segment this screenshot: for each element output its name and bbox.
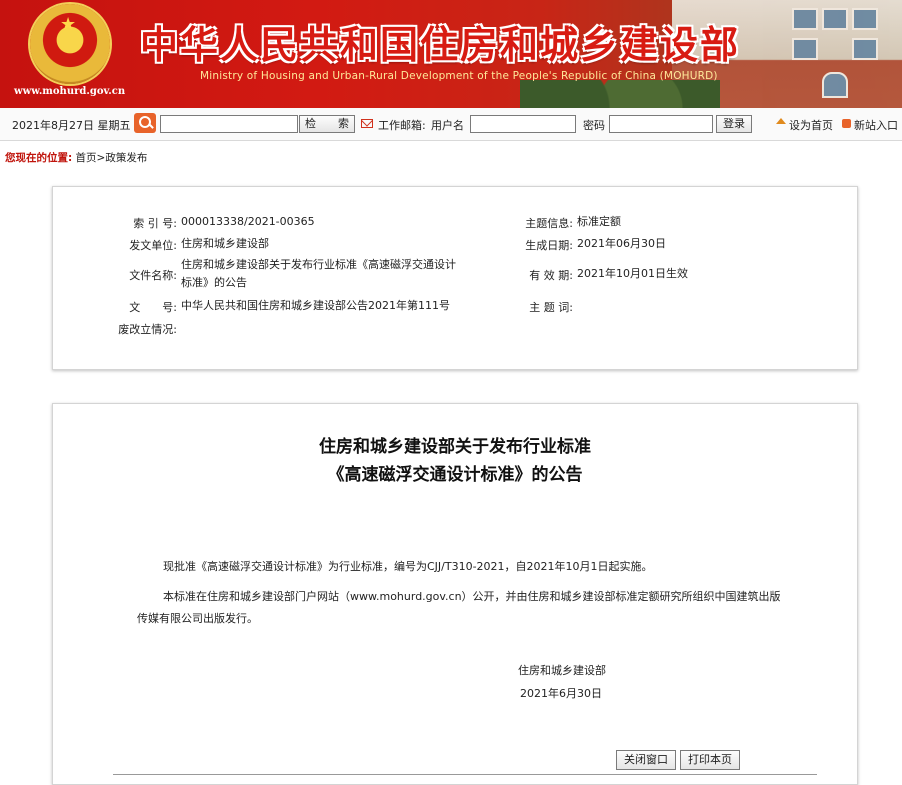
status-label: 废改立情况: [118, 323, 177, 336]
article-paragraph-1: 现批准《高速磁浮交通设计标准》为行业标准，编号为CJJ/T310-2021，自2… [163, 560, 653, 573]
login-button[interactable]: 登录 [716, 115, 752, 133]
issuer-value: 住房和城乡建设部 [181, 237, 269, 250]
created-date-value: 2021年06月30日 [577, 237, 666, 250]
username-input[interactable] [470, 115, 576, 133]
docno-label: 文 号: [129, 301, 177, 314]
validity-label: 有 效 期: [529, 269, 573, 282]
search-input[interactable] [160, 115, 298, 133]
new-site-icon[interactable] [842, 119, 851, 128]
docno-value: 中华人民共和国住房和城乡建设部公告2021年第111号 [181, 299, 450, 312]
breadcrumb: 您现在的位置: 首页>政策发布 [5, 150, 147, 165]
site-title-cn: 中华人民共和国住房和城乡建设部 [140, 23, 741, 67]
site-url: www.mohurd.gov.cn [14, 86, 126, 97]
keywords-label: 主 题 词: [529, 301, 573, 314]
document-info-panel: 索 引 号: 000013338/2021-00365 发文单位: 住房和城乡建… [52, 186, 858, 370]
breadcrumb-label: 您现在的位置: [5, 152, 73, 164]
filename-value-line1: 住房和城乡建设部关于发布行业标准《高速磁浮交通设计 [181, 258, 456, 271]
password-input[interactable] [609, 115, 713, 133]
national-emblem-icon: ★ [30, 4, 110, 84]
set-home-link[interactable]: 设为首页 [789, 117, 833, 133]
password-label: 密码 [583, 119, 605, 132]
article-paragraph-2-line2: 传媒有限公司出版发行。 [137, 612, 258, 625]
search-icon[interactable] [134, 113, 156, 133]
filename-value-line2: 标准》的公告 [181, 276, 247, 289]
article-title-line2: 《高速磁浮交通设计标准》的公告 [327, 465, 583, 485]
bottom-divider [113, 774, 817, 775]
index-label: 索 引 号: [133, 217, 177, 230]
site-title-en: Ministry of Housing and Urban-Rural Deve… [200, 70, 718, 82]
issuer-label: 发文单位: [129, 239, 177, 252]
article-title-line1: 住房和城乡建设部关于发布行业标准 [319, 437, 591, 457]
header-banner: ★ www.mohurd.gov.cn 中华人民共和国住房和城乡建设部 Mini… [0, 0, 902, 108]
article-panel: 住房和城乡建设部关于发布行业标准 《高速磁浮交通设计标准》的公告 现批准《高速磁… [52, 403, 858, 785]
top-toolbar: 2021年8月27日 星期五 检 索 工作邮箱: 用户名 密码 登录 设为首页 … [0, 108, 902, 141]
index-value: 000013338/2021-00365 [181, 215, 315, 228]
article-paragraph-2-line1: 本标准在住房和城乡建设部门户网站（www.mohurd.gov.cn）公开，并由… [163, 590, 781, 603]
current-date: 2021年8月27日 星期五 [12, 119, 131, 132]
topic-value: 标准定额 [577, 215, 621, 228]
mail-icon[interactable] [361, 119, 373, 128]
new-site-link[interactable]: 新站入口 [854, 117, 898, 133]
topic-label: 主题信息: [525, 217, 573, 230]
close-window-button[interactable]: 关闭窗口 [616, 750, 676, 770]
sign-date: 2021年6月30日 [520, 687, 602, 700]
validity-value: 2021年10月01日生效 [577, 267, 688, 280]
created-date-label: 生成日期: [525, 239, 573, 252]
trees-decoration [520, 80, 720, 108]
print-page-button[interactable]: 打印本页 [680, 750, 740, 770]
search-button[interactable]: 检 索 [299, 115, 355, 133]
work-mail-label[interactable]: 工作邮箱: [378, 117, 426, 133]
breadcrumb-path[interactable]: 首页>政策发布 [76, 152, 148, 164]
home-icon[interactable] [776, 118, 786, 124]
filename-label: 文件名称: [129, 269, 177, 282]
signer: 住房和城乡建设部 [518, 664, 606, 677]
username-label: 用户名 [431, 119, 464, 132]
